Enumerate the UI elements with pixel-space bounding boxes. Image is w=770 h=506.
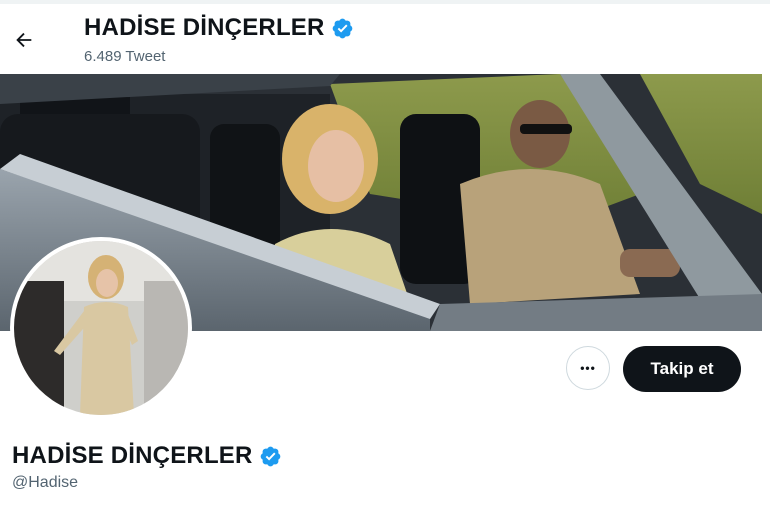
verified-badge-icon [331, 17, 354, 40]
more-options-button[interactable]: ••• [566, 346, 610, 390]
header-title: HADİSE DİNÇERLER [84, 14, 354, 42]
back-button[interactable] [6, 22, 42, 58]
profile-handle: @Hadise [12, 474, 79, 491]
tweet-count: 6.489 Tweet [84, 48, 166, 65]
profile-avatar[interactable] [10, 237, 192, 419]
header-name: HADİSE DİNÇERLER [84, 14, 325, 41]
back-arrow-icon [16, 32, 32, 48]
profile-name-text: HADİSE DİNÇERLER [12, 442, 253, 469]
verified-badge-icon [259, 445, 282, 468]
profile-display-name: HADİSE DİNÇERLER [12, 442, 282, 470]
top-divider [0, 0, 770, 4]
follow-button[interactable]: Takip et [623, 346, 741, 392]
more-options-icon: ••• [580, 361, 596, 375]
